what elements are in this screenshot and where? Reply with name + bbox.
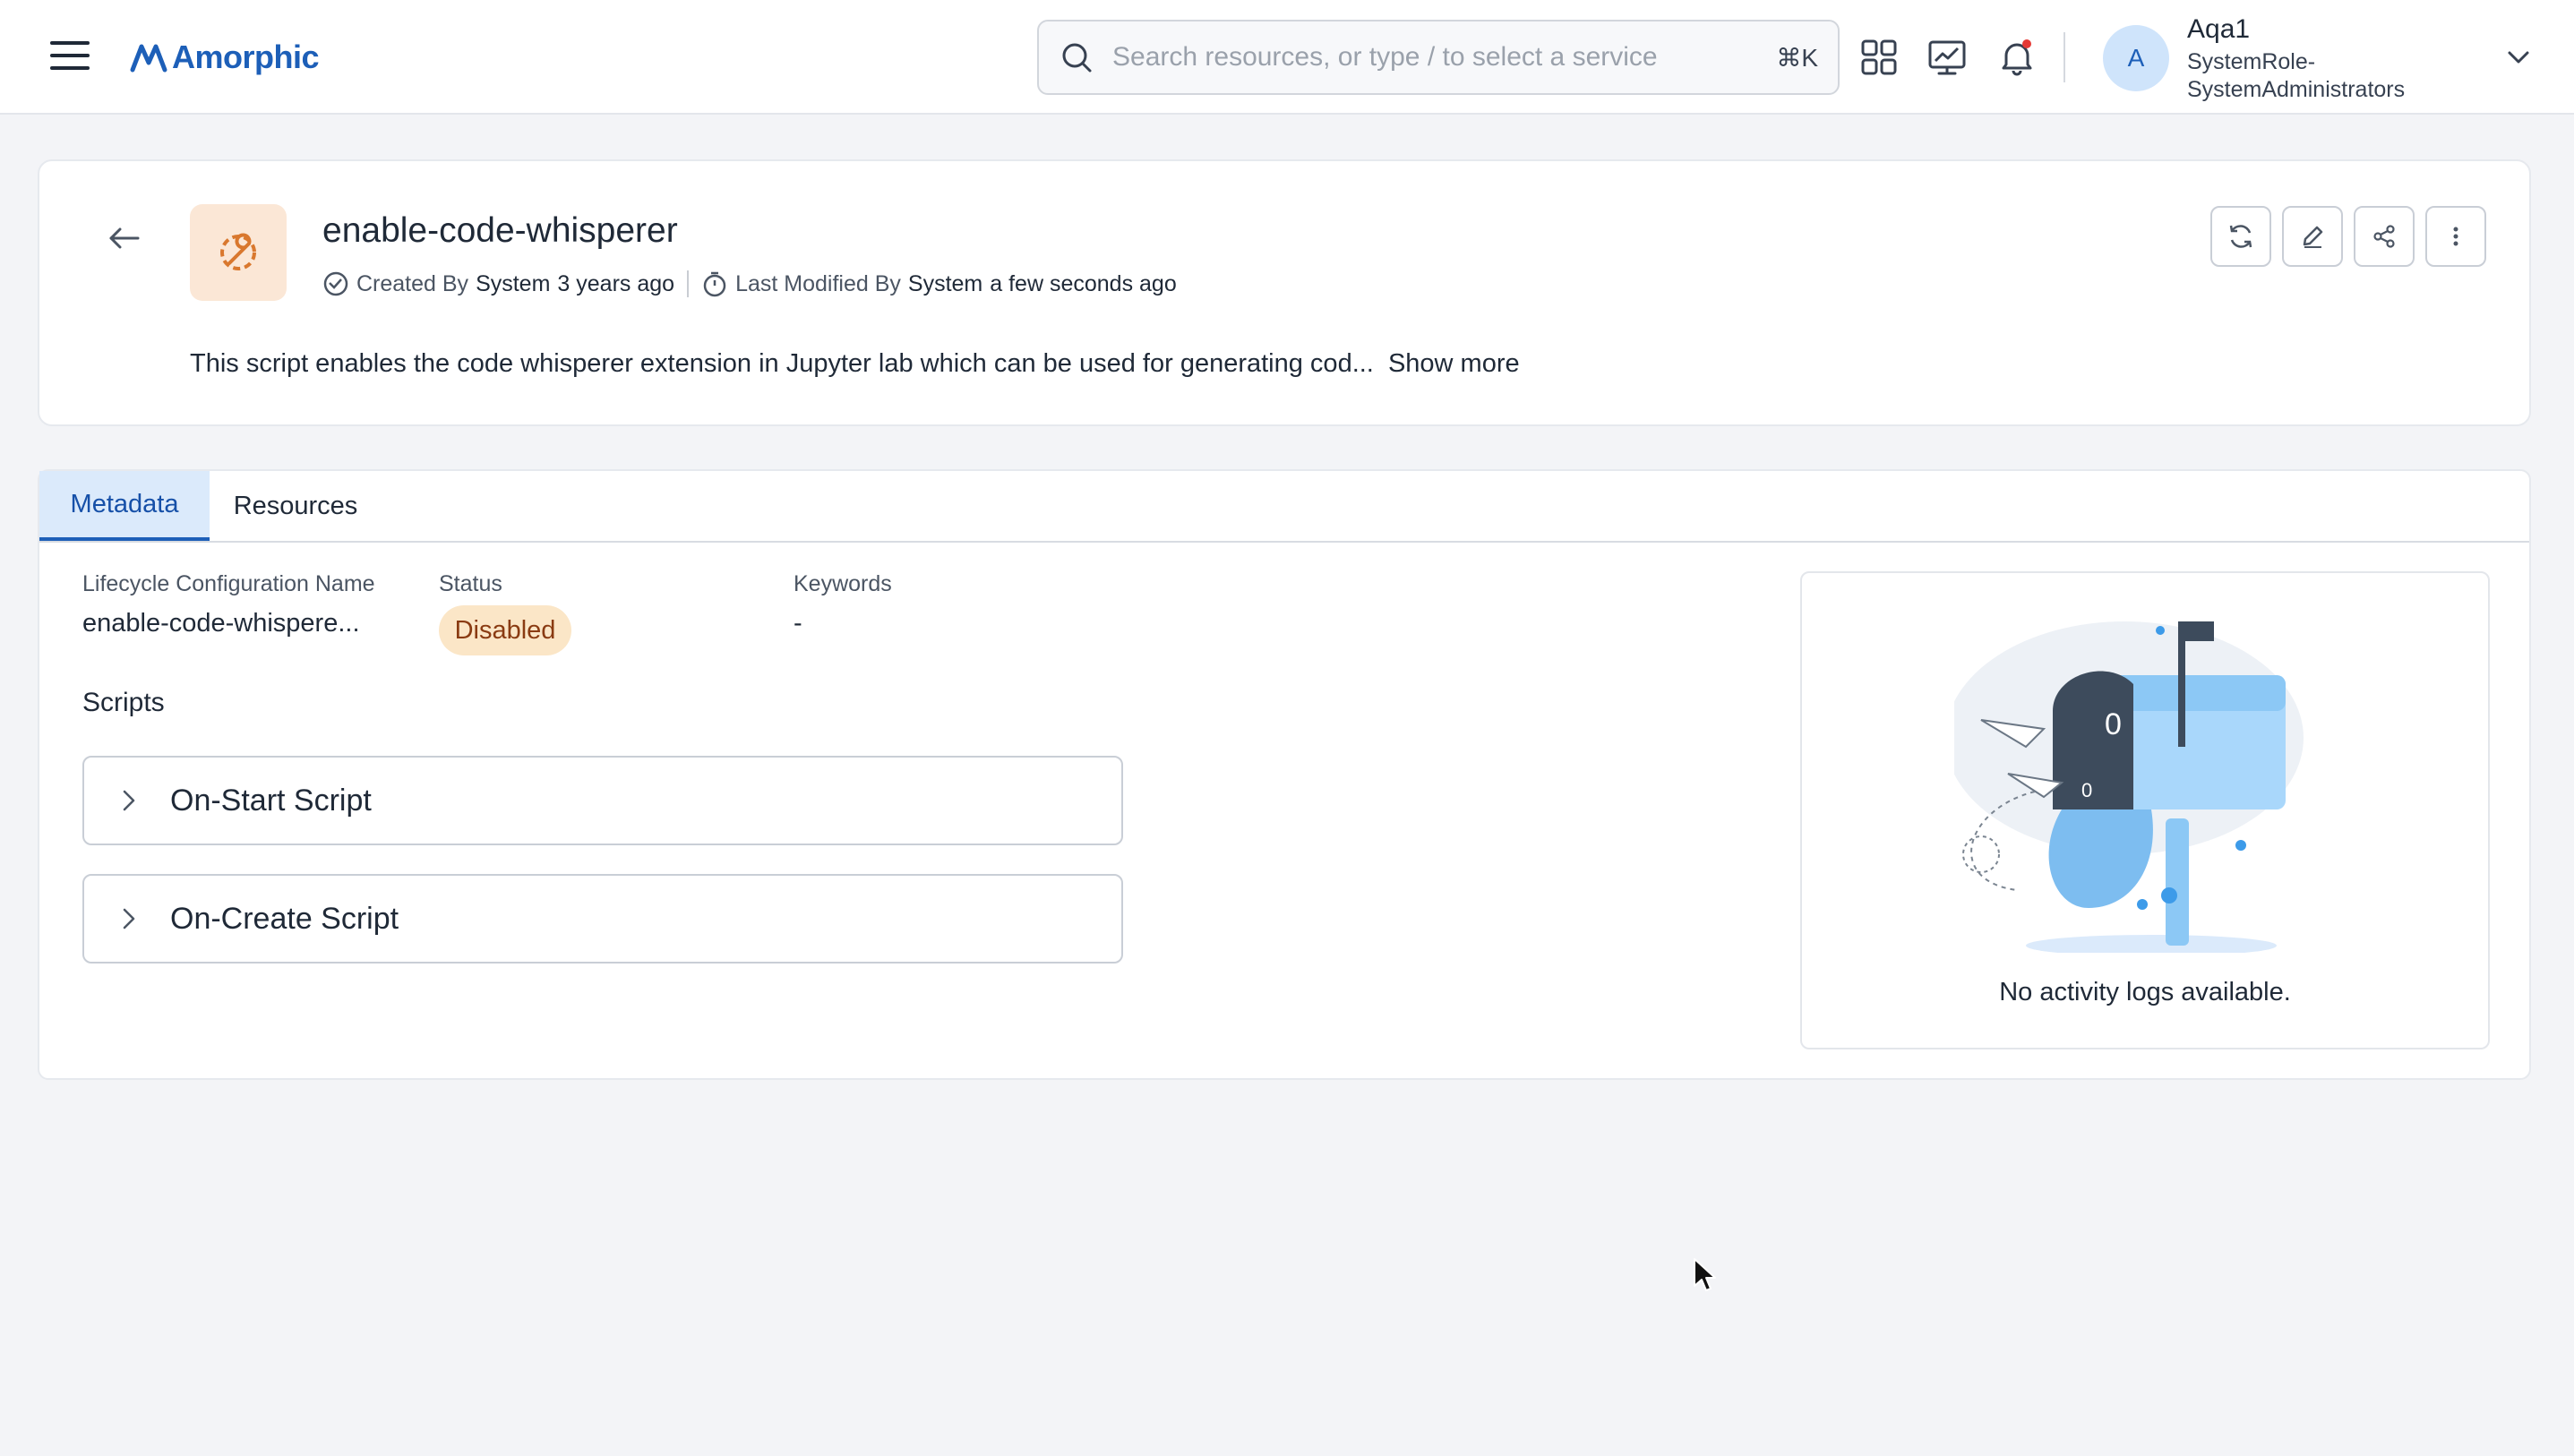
- empty-activity-message: No activity logs available.: [1999, 978, 2291, 1006]
- on-start-script-accordion[interactable]: On-Start Script: [82, 756, 1123, 845]
- meta-separator: [687, 270, 690, 297]
- created-when: 3 years ago: [557, 270, 675, 296]
- config-name-value: enable-code-whispere...: [82, 609, 360, 638]
- modified-label: Last Modified By: [735, 270, 901, 296]
- wrench-gear-icon: [220, 233, 256, 270]
- status-label: Status: [439, 571, 502, 596]
- chevron-right-icon: [123, 908, 135, 929]
- modified-by: System: [907, 270, 983, 296]
- lifecycle-config-icon-tile: [190, 204, 287, 301]
- description-text: This script enables the code whisperer e…: [190, 349, 1374, 378]
- more-options-button[interactable]: [2425, 206, 2486, 267]
- created-label: Created By: [356, 270, 469, 296]
- accordion-label: On-Start Script: [170, 783, 372, 818]
- keywords-value: -: [794, 609, 802, 638]
- amorphic-logo-mark-icon: [130, 44, 167, 73]
- details-card: Metadata Resources Lifecycle Configurati…: [38, 469, 2531, 1080]
- amorphic-logo[interactable]: Amorphic: [129, 34, 320, 81]
- mailbox-count-upper: 0: [2105, 707, 2122, 741]
- edit-icon: [2303, 226, 2323, 248]
- hamburger-menu-icon[interactable]: [50, 41, 90, 73]
- page-title: enable-code-whisperer: [322, 211, 678, 250]
- mouse-pointer-icon: [1694, 1258, 1716, 1291]
- description: This script enables the code whisperer e…: [190, 349, 1520, 379]
- share-button[interactable]: [2354, 206, 2415, 267]
- search-icon: [1062, 43, 1092, 73]
- accordion-label: On-Create Script: [170, 901, 399, 936]
- more-options-icon: [2453, 227, 2458, 246]
- refresh-button[interactable]: [2210, 206, 2271, 267]
- scripts-section-label: Scripts: [82, 688, 165, 717]
- brand-name: Amorphic: [172, 39, 320, 75]
- topbar-divider: [2063, 32, 2065, 82]
- resource-header-card: enable-code-whisperer Created By System …: [38, 159, 2531, 426]
- clock-icon: [323, 271, 348, 296]
- search-input[interactable]: [1111, 30, 1777, 85]
- apps-grid-icon[interactable]: [1858, 36, 1900, 79]
- edit-button[interactable]: [2282, 206, 2343, 267]
- search-shortcut-hint: ⌘K: [1776, 43, 1818, 72]
- share-icon: [2373, 225, 2395, 248]
- created-by: System: [476, 270, 551, 296]
- keywords-label: Keywords: [794, 571, 892, 596]
- top-navigation-bar: Amorphic ⌘K A Aqa1 SystemRole-SystemAdmi…: [0, 0, 2574, 115]
- dashboard-chart-icon[interactable]: [1926, 36, 1969, 79]
- created-modified-info: Created By System 3 years ago Last Modif…: [322, 270, 1177, 297]
- notification-bell-icon[interactable]: [1995, 36, 2038, 79]
- timer-icon: [703, 271, 726, 297]
- show-more-link[interactable]: Show more: [1388, 349, 1520, 378]
- activity-log-panel: 0 0 No activity logs available.: [1800, 571, 2490, 1049]
- mailbox-count-lower: 0: [2081, 779, 2092, 801]
- tab-resources[interactable]: Resources: [210, 471, 382, 541]
- status-badge: Disabled: [439, 605, 571, 655]
- back-arrow-icon[interactable]: [104, 220, 143, 256]
- mailbox-illustration-icon: 0 0: [1954, 621, 2304, 953]
- on-create-script-accordion[interactable]: On-Create Script: [82, 874, 1123, 964]
- config-name-label: Lifecycle Configuration Name: [82, 571, 375, 596]
- refresh-icon: [2229, 225, 2252, 248]
- tab-bar: Metadata Resources: [39, 471, 2529, 543]
- chevron-right-icon: [123, 790, 135, 811]
- tab-metadata[interactable]: Metadata: [39, 471, 210, 541]
- global-search[interactable]: ⌘K: [1037, 20, 1840, 95]
- user-role: SystemRole-SystemAdministrators: [2187, 49, 2406, 102]
- chevron-down-icon[interactable]: [2504, 43, 2533, 72]
- modified-when: a few seconds ago: [990, 270, 1177, 296]
- avatar[interactable]: A: [2103, 25, 2169, 91]
- user-name: Aqa1: [2187, 14, 2251, 44]
